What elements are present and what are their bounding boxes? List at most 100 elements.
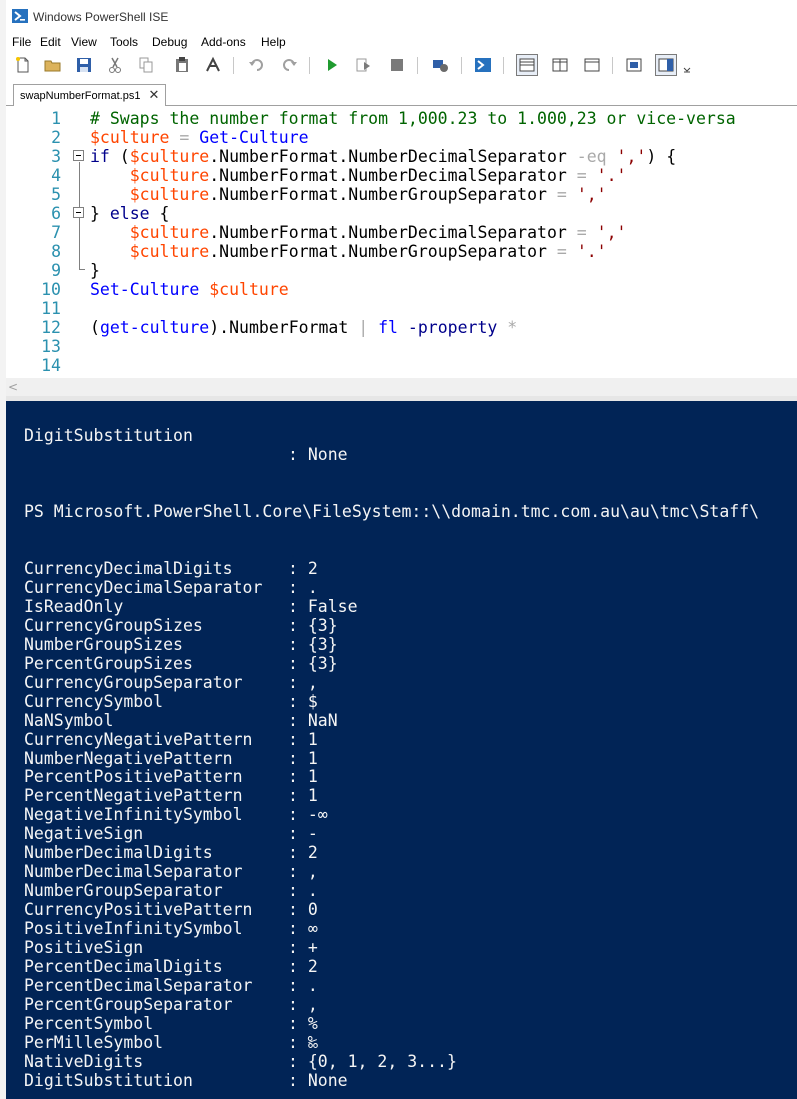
property-value: : - <box>288 824 318 843</box>
clear-icon[interactable] <box>202 54 224 76</box>
close-icon[interactable]: ✕ <box>148 89 159 102</box>
script-editor[interactable]: 1 # Swaps the number format from 1,000.23… <box>6 106 797 378</box>
collapse-icon[interactable] <box>73 207 84 218</box>
show-command-addon-icon[interactable] <box>655 54 677 76</box>
code-token: $culture <box>129 223 210 242</box>
code-token: $culture <box>90 128 170 147</box>
property-value: : {3} <box>288 616 338 635</box>
code-token: ',' <box>576 185 607 204</box>
separator: : <box>288 748 298 768</box>
code-token: | <box>348 318 379 337</box>
property-name: PercentGroupSeparator <box>24 994 233 1014</box>
code-line: 9} <box>6 261 797 280</box>
cut-icon[interactable] <box>104 54 126 76</box>
value-text: 2 <box>307 843 318 863</box>
code-token: -property <box>397 318 498 337</box>
code-token: $culture <box>129 166 210 185</box>
powershell-ise-window: Windows PowerShell ISE File Edit View To… <box>6 0 797 1099</box>
property-name: CurrencyNegativePattern <box>24 729 253 749</box>
menu-edit[interactable]: Edit <box>40 35 61 49</box>
code-token: $culture <box>129 242 210 261</box>
show-script-pane-right-icon[interactable] <box>549 54 571 76</box>
code-token: ( <box>109 147 130 166</box>
line-number: 7 <box>51 223 61 242</box>
code-token: else <box>109 204 150 223</box>
separator: : <box>288 994 298 1014</box>
value-text: . <box>307 577 318 597</box>
show-script-pane-top-icon[interactable] <box>516 54 538 76</box>
code-token: ).NumberFormat <box>209 318 349 337</box>
menu-view[interactable]: View <box>71 35 97 49</box>
menu-help[interactable]: Help <box>261 35 286 49</box>
editor-horizontal-scrollbar[interactable]: < <box>6 378 797 396</box>
separator: : <box>288 881 298 901</box>
remote-powershell-icon[interactable] <box>429 54 451 76</box>
tab-swapnumberformat[interactable]: swapNumberFormat.ps1 ✕ <box>13 84 167 107</box>
toolbar-overflow-icon[interactable] <box>681 54 693 76</box>
code-line: 8 $culture.NumberFormat.NumberGroupSepar… <box>6 242 797 261</box>
property-name: CurrencyGroupSeparator <box>24 672 243 692</box>
value-text: , <box>307 994 318 1014</box>
code-token: Get-Culture <box>199 128 309 147</box>
separator: : <box>288 938 298 957</box>
code-line: 5 $culture.NumberFormat.NumberGroupSepar… <box>6 185 797 204</box>
line-number: 10 <box>41 280 61 299</box>
property-name: CurrencyPositivePattern <box>24 900 253 920</box>
separator: : <box>288 729 298 749</box>
separator: : <box>288 862 298 882</box>
property-name: NaNSymbol <box>24 710 114 730</box>
new-file-icon[interactable] <box>12 54 34 76</box>
value-text: {3} <box>307 653 338 673</box>
property-value: : , <box>288 995 318 1014</box>
line-number: 8 <box>51 242 61 261</box>
value-text: - <box>307 824 318 844</box>
code-token: ) { <box>646 147 677 166</box>
run-selection-icon[interactable] <box>353 54 375 76</box>
code-token: } <box>90 204 110 223</box>
line-number: 6 <box>51 204 61 223</box>
code-token: * <box>497 318 518 337</box>
script-tab-strip: swapNumberFormat.ps1 ✕ <box>6 82 797 107</box>
value-text: {3} <box>307 634 338 654</box>
value-text: , <box>307 672 318 692</box>
menu-file[interactable]: File <box>12 35 31 49</box>
save-icon[interactable] <box>73 54 95 76</box>
property-name: CurrencySymbol <box>24 691 164 711</box>
menu-debug[interactable]: Debug <box>152 35 187 49</box>
code-line: 2 $culture = Get-Culture <box>6 128 797 147</box>
menu-addons[interactable]: Add-ons <box>201 35 246 49</box>
property-name: PercentDecimalSeparator <box>24 975 253 995</box>
value-text: $ <box>307 691 318 711</box>
property-value: : {3} <box>288 635 338 654</box>
stop-icon[interactable] <box>386 54 408 76</box>
separator: : <box>288 596 298 616</box>
menu-tools[interactable]: Tools <box>110 35 138 49</box>
code-token: .NumberFormat.NumberGroupSeparator <box>209 242 547 261</box>
code-line: 10 Set-Culture $culture <box>6 280 797 299</box>
collapse-icon[interactable] <box>73 150 84 161</box>
run-script-icon[interactable] <box>321 54 343 76</box>
code-line: 11 <box>6 299 797 318</box>
paste-icon[interactable] <box>171 54 193 76</box>
code-text: } else { <box>90 204 170 223</box>
code-text: $culture.NumberFormat.NumberGroupSeparat… <box>90 185 607 204</box>
scroll-left-icon[interactable]: < <box>8 380 18 394</box>
code-token: '.' <box>576 242 607 261</box>
show-script-pane-maximized-icon[interactable] <box>581 54 603 76</box>
code-token: ( <box>90 318 100 337</box>
separator: : <box>288 843 298 863</box>
value-text: . <box>307 881 318 901</box>
line-number: 9 <box>51 261 61 280</box>
open-folder-icon[interactable] <box>42 54 64 76</box>
powershell-console-icon[interactable] <box>472 54 494 76</box>
undo-icon[interactable] <box>246 54 268 76</box>
separator: : <box>288 710 298 730</box>
property-name: NegativeSign <box>24 824 144 844</box>
copy-icon[interactable] <box>135 54 157 76</box>
console-pane[interactable]: DigitSubstitution : None PS Microsoft.Po… <box>6 401 797 1099</box>
redo-icon[interactable] <box>278 54 300 76</box>
value-text: 2 <box>307 956 318 976</box>
show-command-window-icon[interactable] <box>623 54 645 76</box>
line-number: 11 <box>41 299 61 318</box>
value-text: 1 <box>307 729 318 749</box>
